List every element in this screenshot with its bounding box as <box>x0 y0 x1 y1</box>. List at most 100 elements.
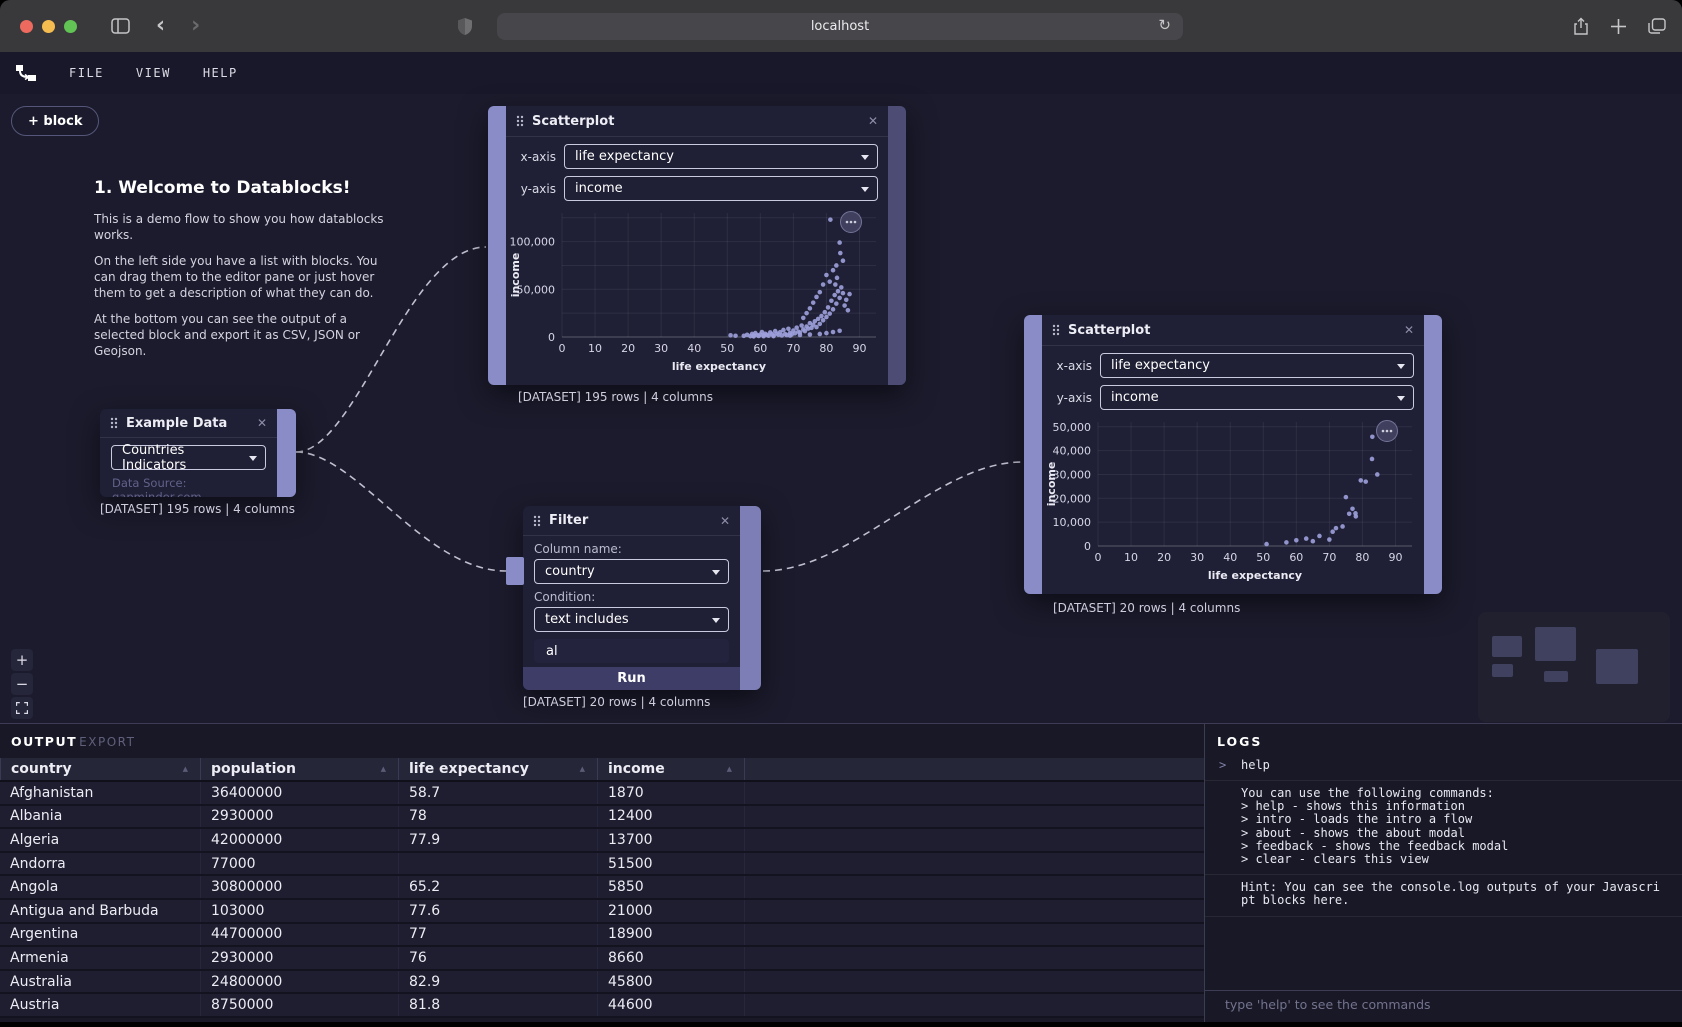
svg-text:50: 50 <box>1256 551 1270 564</box>
svg-text:40: 40 <box>1223 551 1237 564</box>
table-cell: Angola <box>0 876 200 898</box>
dataset-select[interactable]: Countries Indicators <box>111 445 266 470</box>
table-cell: Andorra <box>0 853 200 875</box>
browser-toolbar: ‹ › localhost ↻ <box>0 0 1682 52</box>
drag-handle-icon[interactable] <box>516 115 524 127</box>
minimize-window-button[interactable] <box>42 20 55 33</box>
url-text: localhost <box>811 19 869 34</box>
column-header[interactable]: population▲ <box>200 758 398 780</box>
output-port-bar[interactable] <box>1424 315 1442 594</box>
sort-arrow-icon[interactable]: ▲ <box>183 765 188 773</box>
menu-file[interactable]: FILE <box>69 66 104 80</box>
back-button[interactable]: ‹ <box>156 15 165 37</box>
zoom-out-button[interactable]: − <box>11 673 33 695</box>
block-header[interactable]: Scatterplot ✕ <box>506 106 888 137</box>
y-axis-select[interactable]: income <box>1100 385 1414 410</box>
x-axis-label: x-axis <box>1052 359 1092 373</box>
block-header[interactable]: Example Data ✕ <box>100 409 277 438</box>
add-block-button[interactable]: + block <box>11 106 99 136</box>
output-panel: OUTPUT EXPORT country▲population▲life ex… <box>0 723 1204 1022</box>
ellipsis-menu-button[interactable] <box>1376 420 1398 442</box>
svg-text:30: 30 <box>1190 551 1204 564</box>
window-bottom-edge <box>0 1022 1682 1027</box>
ellipsis-menu-button[interactable] <box>840 211 862 233</box>
tab-export[interactable]: EXPORT <box>79 735 135 749</box>
cell-spacer <box>744 829 1204 851</box>
condition-select[interactable]: text includes <box>534 607 729 632</box>
sort-arrow-icon[interactable]: ▲ <box>381 765 386 773</box>
dataset-caption: [DATASET] 20 rows | 4 columns <box>1053 601 1240 615</box>
run-button[interactable]: Run <box>523 667 740 690</box>
filter-input-port[interactable] <box>506 557 524 585</box>
close-icon[interactable]: ✕ <box>257 416 267 430</box>
table-row: Armenia2930000768660 <box>0 947 1204 971</box>
x-axis-select[interactable]: life expectancy <box>564 144 878 169</box>
table-cell: 21000 <box>597 900 744 922</box>
x-axis-select[interactable]: life expectancy <box>1100 353 1414 378</box>
table-cell: 30800000 <box>200 876 398 898</box>
prompt-command: help <box>1241 758 1270 772</box>
output-port-bar[interactable] <box>888 106 906 385</box>
share-icon[interactable] <box>1573 17 1589 36</box>
drag-handle-icon[interactable] <box>110 417 118 429</box>
scatter-points <box>728 217 852 338</box>
zoom-in-button[interactable]: + <box>11 649 33 671</box>
block-header[interactable]: Scatterplot ✕ <box>1042 315 1424 346</box>
close-icon[interactable]: ✕ <box>720 514 730 528</box>
example-data-block[interactable]: Example Data ✕ Countries Indicators Data… <box>100 409 296 497</box>
table-cell: 51500 <box>597 853 744 875</box>
minimap-block <box>1492 664 1513 677</box>
fit-view-button[interactable] <box>11 697 33 719</box>
column-select[interactable]: country <box>534 559 729 584</box>
address-bar[interactable]: localhost ↻ <box>497 13 1183 40</box>
column-header[interactable]: life expectancy▲ <box>398 758 597 780</box>
close-icon[interactable]: ✕ <box>1404 323 1414 337</box>
filter-query-input[interactable] <box>534 639 729 663</box>
table-cell: 76 <box>398 947 597 969</box>
flow-editor-canvas[interactable]: + block 1. Welcome to Datablocks! This i… <box>0 94 1682 723</box>
block-title: Filter <box>549 513 588 528</box>
drag-handle-icon[interactable] <box>533 515 541 527</box>
scatterplot-block-1[interactable]: Scatterplot ✕ x-axis life expectancy y-a… <box>488 106 906 385</box>
menu-view[interactable]: VIEW <box>136 66 171 80</box>
close-window-button[interactable] <box>20 20 33 33</box>
reload-icon[interactable]: ↻ <box>1158 16 1171 34</box>
tab-output[interactable]: OUTPUT <box>11 734 77 749</box>
table-cell: 77.6 <box>398 900 597 922</box>
sort-arrow-icon[interactable]: ▲ <box>727 765 732 773</box>
sort-arrow-icon[interactable]: ▲ <box>580 765 585 773</box>
table-cell: 5850 <box>597 876 744 898</box>
new-tab-icon[interactable] <box>1611 19 1626 34</box>
table-row: Antigua and Barbuda10300077.621000 <box>0 900 1204 924</box>
cell-spacer <box>744 971 1204 993</box>
menu-help[interactable]: HELP <box>203 66 238 80</box>
y-axis-select[interactable]: income <box>564 176 878 201</box>
input-port-bar[interactable] <box>1024 315 1042 594</box>
privacy-shield-icon[interactable] <box>458 18 472 35</box>
block-header[interactable]: Filter ✕ <box>523 506 740 536</box>
minimap[interactable] <box>1478 612 1670 722</box>
forward-button[interactable]: › <box>191 15 200 37</box>
filter-block[interactable]: Filter ✕ Column name: country Condition:… <box>523 506 761 690</box>
sidebar-toggle-icon[interactable] <box>111 18 130 34</box>
column-header[interactable]: income▲ <box>597 758 744 780</box>
datablocks-logo-icon[interactable] <box>15 64 37 82</box>
svg-text:20,000: 20,000 <box>1053 492 1092 505</box>
y-axis-value: income <box>575 181 623 196</box>
tab-overview-icon[interactable] <box>1648 18 1666 34</box>
zoom-window-button[interactable] <box>64 20 77 33</box>
svg-text:income: income <box>1045 462 1058 507</box>
output-port-bar[interactable] <box>740 506 761 690</box>
drag-handle-icon[interactable] <box>1052 324 1060 336</box>
column-header[interactable]: country▲ <box>0 758 200 780</box>
welcome-paragraph: At the bottom you can see the output of … <box>94 311 399 359</box>
table-row: Australia2480000082.945800 <box>0 971 1204 995</box>
log-command-input[interactable] <box>1205 997 1682 1012</box>
table-cell: 82.9 <box>398 971 597 993</box>
close-icon[interactable]: ✕ <box>868 114 878 128</box>
log-line: > intro - loads the intro a flow <box>1241 813 1682 826</box>
output-port-bar[interactable] <box>277 409 296 497</box>
input-port-bar[interactable] <box>488 106 506 385</box>
svg-text:20: 20 <box>621 342 635 355</box>
scatterplot-block-2[interactable]: Scatterplot ✕ x-axis life expectancy y-a… <box>1024 315 1442 594</box>
